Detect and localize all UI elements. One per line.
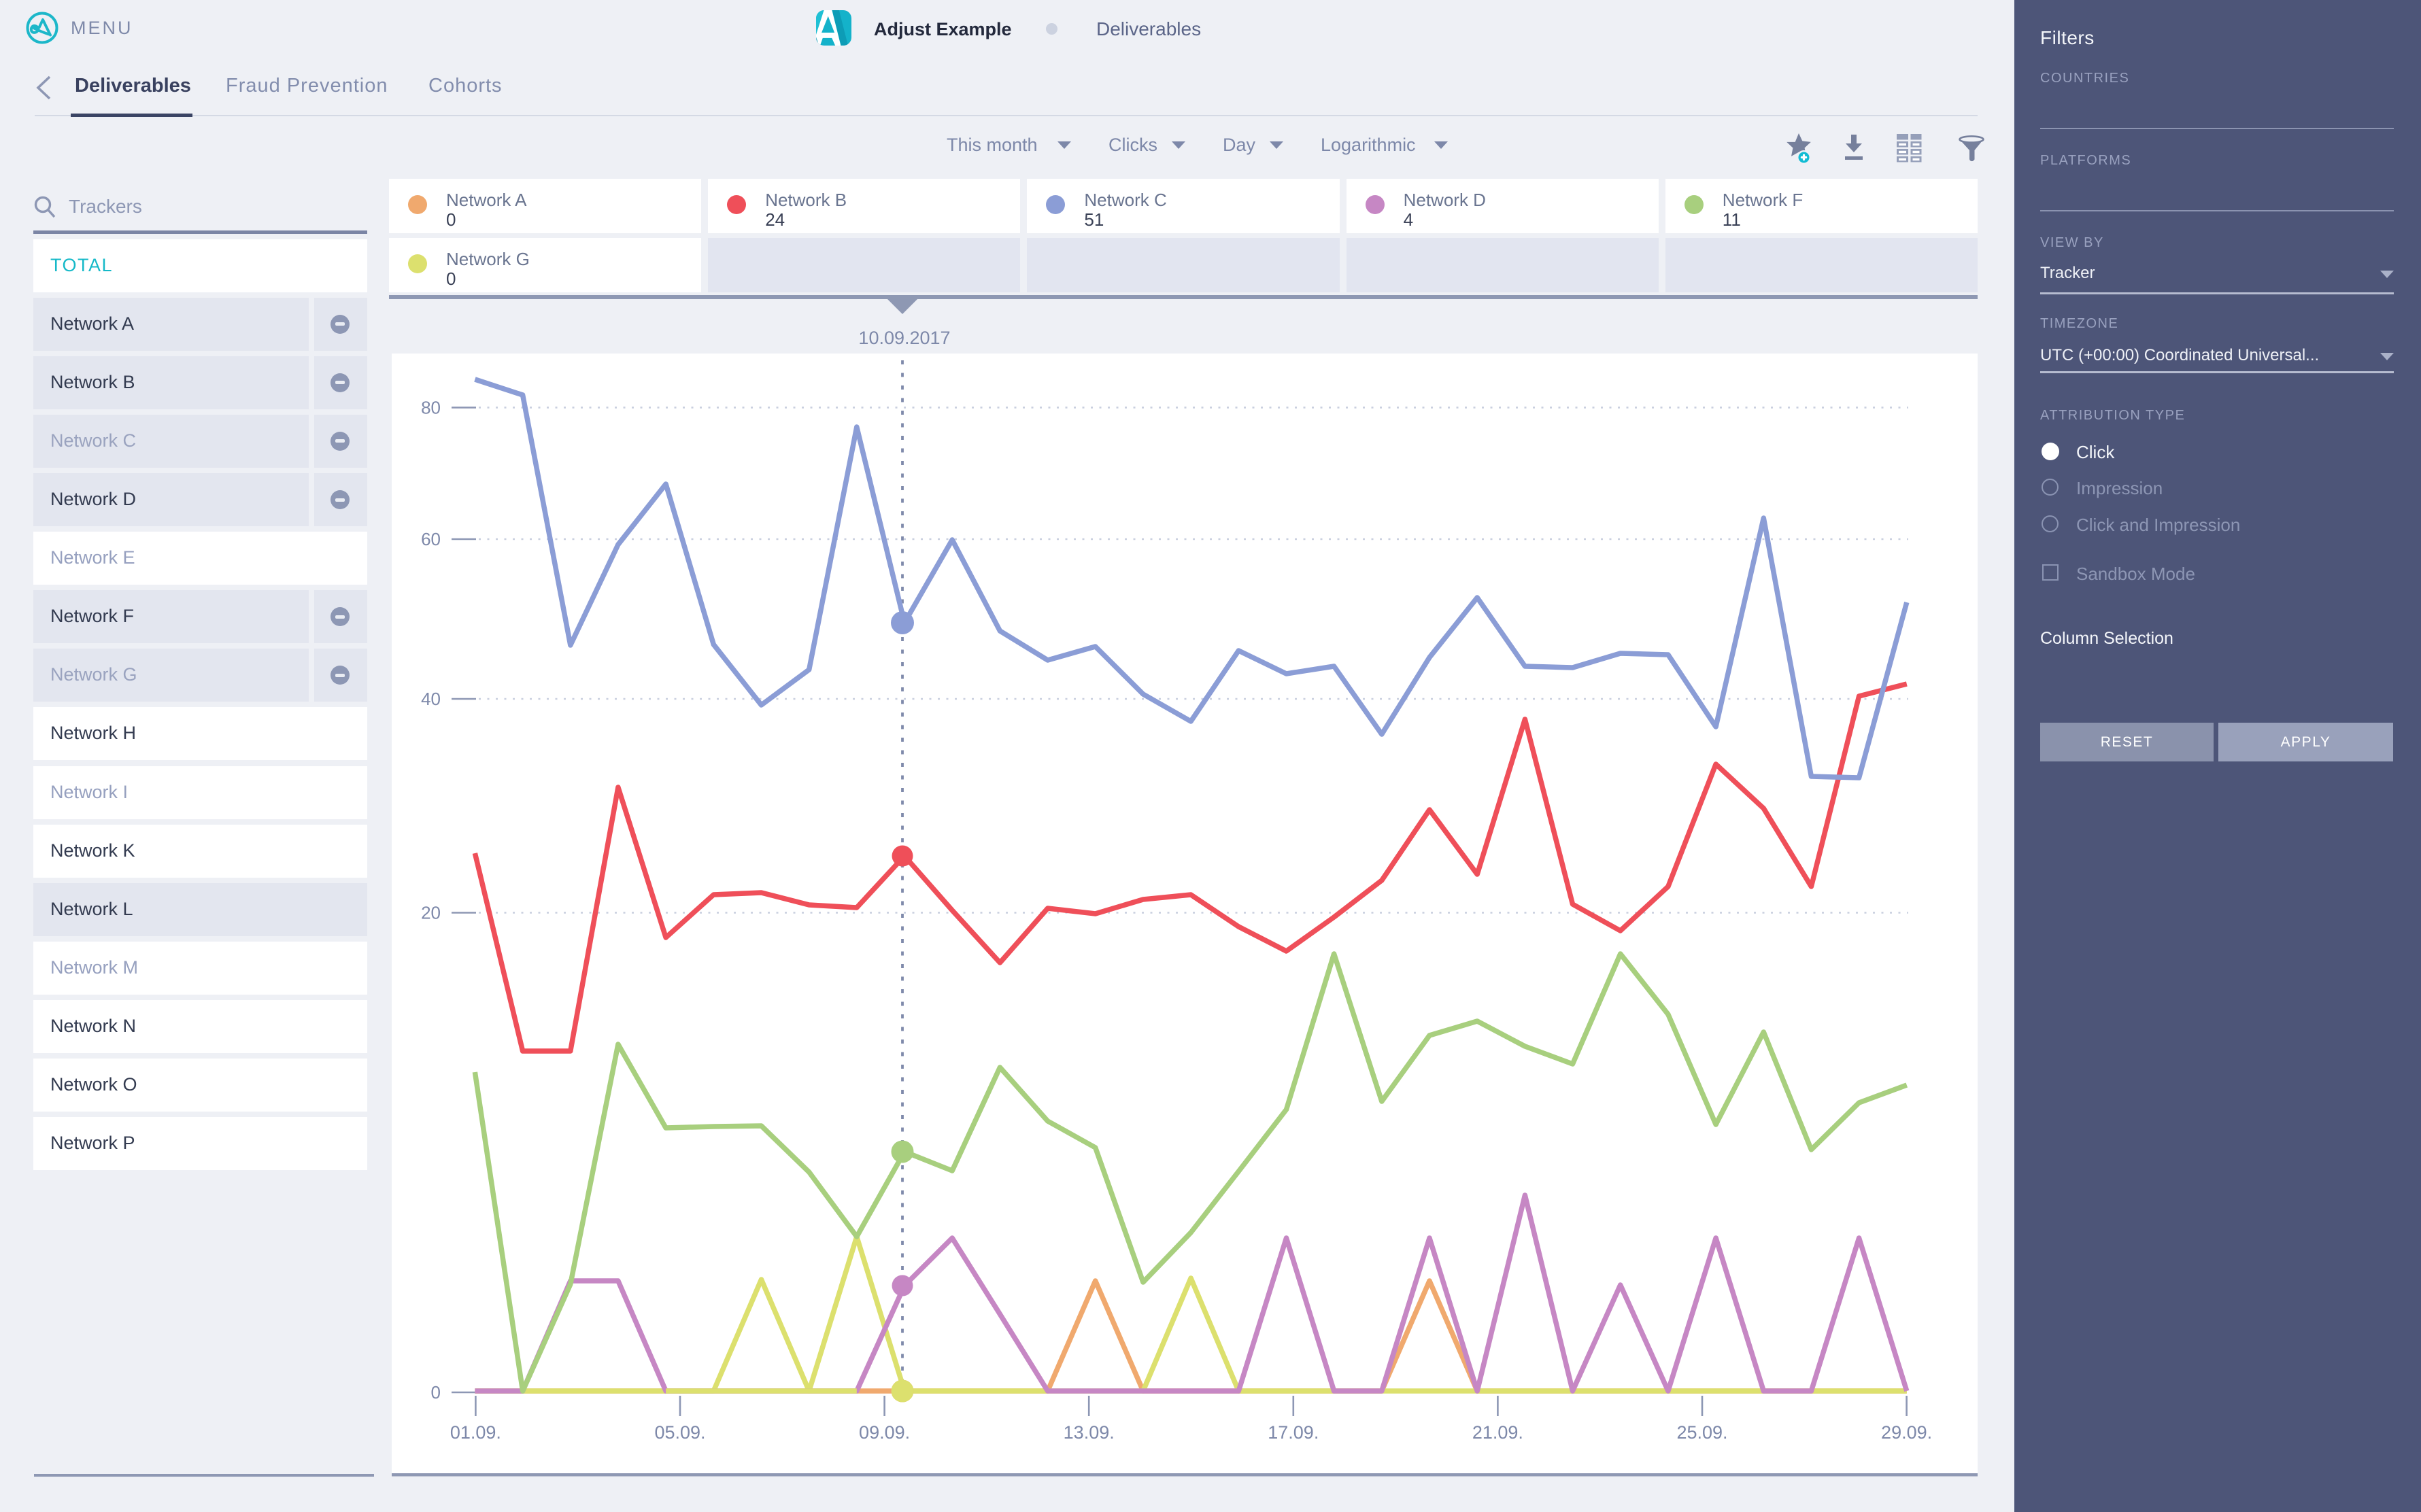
svg-text:80: 80 — [421, 397, 441, 417]
svg-text:29.09.: 29.09. — [1881, 1422, 1932, 1443]
svg-text:17.09.: 17.09. — [1268, 1422, 1319, 1443]
svg-text:60: 60 — [421, 529, 441, 549]
svg-text:05.09.: 05.09. — [654, 1422, 705, 1443]
svg-text:13.09.: 13.09. — [1064, 1422, 1115, 1443]
svg-text:40: 40 — [421, 689, 441, 709]
svg-text:09.09.: 09.09. — [859, 1422, 910, 1443]
svg-text:25.09.: 25.09. — [1676, 1422, 1727, 1443]
svg-text:20: 20 — [421, 903, 441, 923]
svg-text:21.09.: 21.09. — [1472, 1422, 1523, 1443]
svg-text:01.09.: 01.09. — [450, 1422, 501, 1443]
svg-text:0: 0 — [431, 1382, 441, 1403]
